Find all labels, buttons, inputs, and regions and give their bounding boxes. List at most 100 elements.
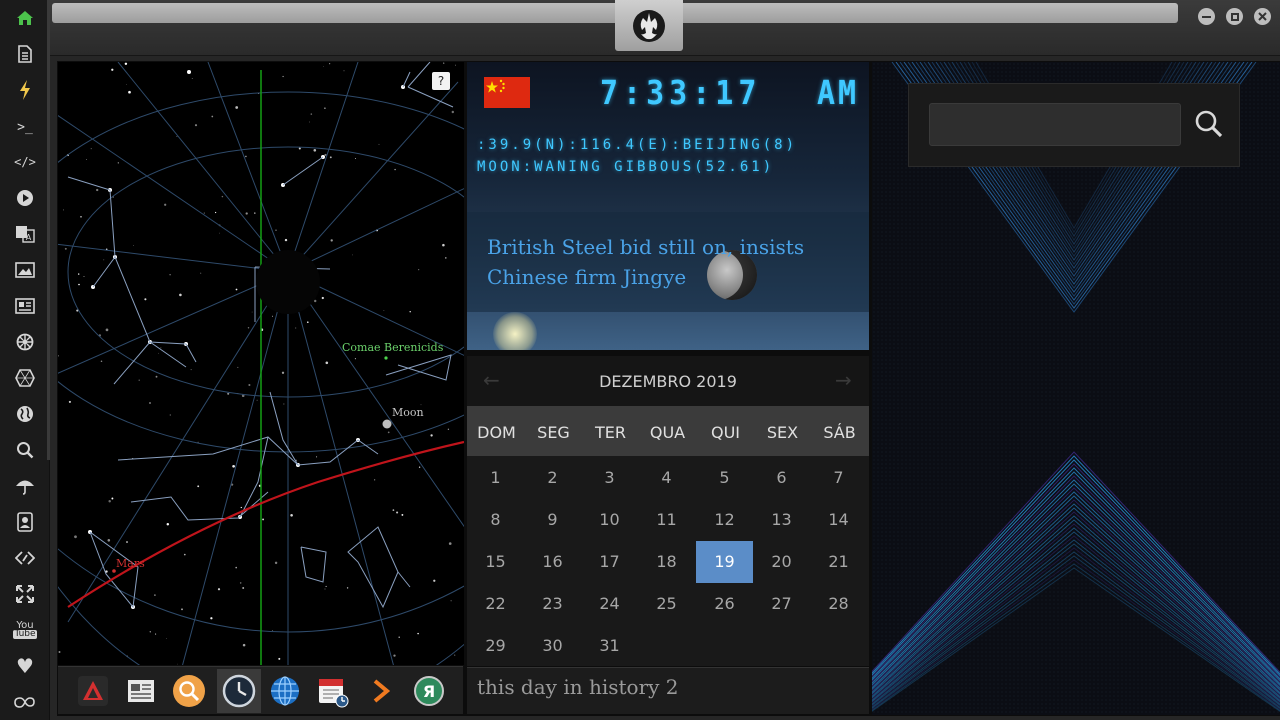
top-bar — [50, 0, 1280, 56]
calendar-day[interactable]: 30 — [524, 625, 581, 667]
calendar-day[interactable]: 29 — [467, 625, 524, 667]
calendar-next-button[interactable]: → — [835, 368, 852, 392]
calendar-day[interactable]: 5 — [696, 457, 753, 499]
maximize-button[interactable] — [1226, 8, 1243, 25]
weekday-label: SEX — [766, 423, 799, 442]
svg-text:A: A — [26, 233, 32, 242]
play-icon[interactable] — [14, 187, 36, 209]
calendar-day[interactable]: 7 — [810, 457, 867, 499]
umbrella-icon[interactable] — [14, 475, 36, 497]
svg-text:Я: Я — [423, 682, 435, 701]
calendar-day[interactable]: 20 — [753, 541, 810, 583]
calendar: ← DEZEMBRO 2019 → DOM SEG TER QUA QUI SE… — [467, 356, 869, 666]
calendar-day[interactable]: 15 — [467, 541, 524, 583]
calendar-day[interactable]: 21 — [810, 541, 867, 583]
calendar-day[interactable]: 18 — [638, 541, 695, 583]
weekday-label: DOM — [477, 423, 516, 442]
calendar-day[interactable]: 24 — [581, 583, 638, 625]
calendar-day[interactable]: 26 — [696, 583, 753, 625]
heart-icon[interactable]: ♥ — [14, 654, 36, 678]
yandex-app-icon[interactable]: Я — [409, 671, 449, 711]
link-icon[interactable] — [14, 547, 36, 569]
translate-icon[interactable]: A — [14, 223, 36, 245]
minimize-button[interactable] — [1198, 8, 1215, 25]
clock-app-icon[interactable] — [217, 669, 261, 713]
terminal-icon[interactable]: >_ — [14, 116, 36, 138]
sidebar-scrollbar[interactable] — [47, 0, 50, 460]
sky-chart — [58, 62, 464, 665]
calendar-day[interactable]: 16 — [524, 541, 581, 583]
expand-icon[interactable] — [14, 583, 36, 605]
search-widget — [908, 83, 1240, 167]
calendar-day[interactable]: 31 — [581, 625, 638, 667]
news-headline[interactable]: British Steel bid still on, insists Chin… — [487, 232, 857, 292]
lightning-icon[interactable] — [14, 79, 36, 101]
calendar-day[interactable]: 2 — [524, 457, 581, 499]
home-icon[interactable] — [14, 7, 36, 29]
newspaper-icon[interactable] — [14, 295, 36, 317]
sky-help-button[interactable]: ? — [432, 72, 450, 90]
empire-icon[interactable] — [14, 331, 36, 353]
image-icon[interactable] — [14, 259, 36, 281]
calendar-day[interactable]: 27 — [753, 583, 810, 625]
calendar-day[interactable]: 11 — [638, 499, 695, 541]
document-icon[interactable] — [14, 43, 36, 65]
calendar-day[interactable]: 17 — [581, 541, 638, 583]
sun-image — [493, 312, 537, 350]
calendar-day[interactable]: 3 — [581, 457, 638, 499]
app-dock: Я — [58, 666, 463, 714]
weekday-label: TER — [595, 423, 626, 442]
search-icon — [1195, 110, 1223, 138]
news-app-icon[interactable] — [121, 671, 161, 711]
clock-ampm: AM — [817, 74, 860, 113]
calendar-app-icon[interactable] — [313, 671, 353, 711]
moon-phase: MOON:WANING GIBBOUS(52.61) — [477, 159, 775, 175]
weekday-label: QUI — [710, 423, 741, 442]
calendar-day[interactable]: 22 — [467, 583, 524, 625]
history-bar[interactable]: this day in history 2 — [467, 667, 869, 714]
hexagon-icon[interactable] — [14, 367, 36, 389]
desktop: >_ </> A You Tube ♥ ? Comae Berenicids M… — [0, 0, 1280, 720]
calendar-day[interactable]: 10 — [581, 499, 638, 541]
china-flag-icon — [484, 77, 530, 108]
calendar-day[interactable]: 28 — [810, 583, 867, 625]
search-app-icon[interactable] — [169, 671, 209, 711]
weekday-label: QUA — [649, 423, 686, 442]
rebel-logo-tab[interactable] — [615, 0, 683, 51]
calendar-day[interactable]: 1 — [467, 457, 524, 499]
calendar-day[interactable]: 23 — [524, 583, 581, 625]
code-icon[interactable]: </> — [14, 151, 36, 173]
calendar-day[interactable]: 6 — [753, 457, 810, 499]
close-button[interactable] — [1254, 8, 1271, 25]
calendar-title: DEZEMBRO 2019 — [599, 372, 737, 391]
cloud-icon[interactable] — [14, 691, 36, 713]
globe-icon[interactable] — [14, 403, 36, 425]
calendar-day[interactable]: 8 — [467, 499, 524, 541]
calendar-day[interactable]: 9 — [524, 499, 581, 541]
calendar-day[interactable]: 14 — [810, 499, 867, 541]
arrow-app-icon[interactable] — [361, 671, 401, 711]
arch-app-icon[interactable] — [73, 671, 113, 711]
mars-label: Mars — [116, 557, 145, 570]
clock-location: :39.9(N):116.4(E):BEIJING(8) — [477, 137, 798, 153]
youtube-icon[interactable]: You Tube — [13, 619, 37, 641]
calendar-day[interactable]: 25 — [638, 583, 695, 625]
sky-map[interactable]: ? Comae Berenicids Moon Mars — [58, 62, 464, 665]
calendar-weekdays: DOM SEG TER QUA QUI SEX SÁB — [467, 406, 869, 456]
calendar-day-today[interactable]: 19 — [696, 541, 753, 583]
calendar-day[interactable]: 12 — [696, 499, 753, 541]
calendar-day[interactable]: 4 — [638, 457, 695, 499]
search-icon[interactable] — [14, 439, 36, 461]
search-input[interactable] — [929, 103, 1181, 146]
clock-time: 7:33:17 — [600, 74, 762, 113]
weekday-label: SÁB — [823, 423, 856, 442]
sidebar: >_ </> A You Tube ♥ — [0, 0, 50, 720]
search-button[interactable] — [1191, 106, 1227, 142]
rebel-alliance-icon — [633, 9, 665, 42]
contacts-icon[interactable] — [14, 511, 36, 533]
history-label: this day in history 2 — [477, 675, 679, 699]
comae-berenicids-label: Comae Berenicids — [342, 341, 444, 354]
moon-label: Moon — [392, 406, 424, 419]
calendar-day[interactable]: 13 — [753, 499, 810, 541]
globe-app-icon[interactable] — [265, 671, 305, 711]
